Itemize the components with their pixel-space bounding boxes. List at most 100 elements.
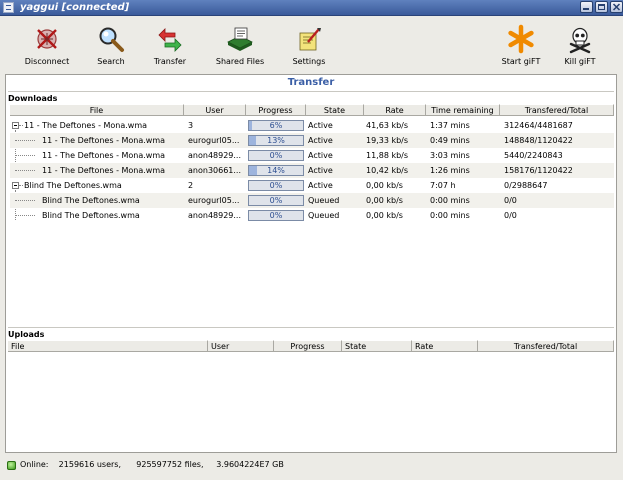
transfered-total-value: 0/2988647	[504, 181, 548, 190]
table-row[interactable]: 11 - The Deftones - Mona.wma eurogurl05..…	[10, 133, 614, 148]
transfered-total-value: 148848/1120422	[504, 136, 573, 145]
tree-connector	[19, 185, 23, 186]
progress-bar: 6%	[248, 120, 304, 131]
col-file[interactable]: File	[10, 104, 184, 116]
toolbar: Disconnect Search Transfer Shared Files	[0, 16, 623, 72]
time-remaining-value: 0:00 mins	[430, 196, 470, 205]
status-text: Online: 2159616 users, 925597752 files, …	[20, 460, 284, 469]
col-user[interactable]: User	[208, 340, 274, 352]
table-row[interactable]: 11 - The Deftones - Mona.wma 3 6% Active 41,…	[10, 118, 614, 133]
table-row[interactable]: 11 - The Deftones - Mona.wma anon48929...…	[10, 148, 614, 163]
time-remaining-value: 1:26 mins	[430, 166, 470, 175]
time-remaining-value: 3:03 mins	[430, 151, 470, 160]
progress-bar: 14%	[248, 165, 304, 176]
col-state[interactable]: State	[306, 104, 364, 116]
table-row[interactable]: 11 - The Deftones - Mona.wma anon30661...…	[10, 163, 614, 178]
title-bar: yaggui [connected]	[0, 0, 623, 16]
settings-icon	[299, 28, 321, 51]
disconnect-label: Disconnect	[24, 57, 70, 66]
state-value: Active	[308, 181, 333, 190]
online-status-icon	[7, 461, 16, 470]
col-rate[interactable]: Rate	[412, 340, 478, 352]
col-file[interactable]: File	[8, 340, 208, 352]
skull-crossbones-icon	[569, 27, 591, 54]
search-button[interactable]: Search	[90, 24, 132, 70]
progress-value: 0%	[269, 151, 283, 160]
minimize-icon	[583, 8, 589, 10]
kill-gift-label: Kill giFT	[564, 57, 596, 66]
rate-value: 11,88 kb/s	[366, 151, 409, 160]
state-value: Active	[308, 166, 333, 175]
minimize-button[interactable]	[580, 1, 593, 13]
col-time-remaining[interactable]: Time remaining	[426, 104, 500, 116]
start-gift-button[interactable]: Start giFT	[497, 24, 545, 70]
time-remaining-value: 7:07 h	[430, 181, 456, 190]
progress-fill	[249, 166, 257, 175]
rate-value: 0,00 kb/s	[366, 181, 403, 190]
col-rate[interactable]: Rate	[364, 104, 426, 116]
progress-bar: 13%	[248, 135, 304, 146]
status-bar: Online: 2159616 users, 925597752 files, …	[5, 458, 617, 474]
progress-value: 0%	[269, 181, 283, 190]
settings-label: Settings	[292, 57, 326, 66]
transfered-total-value: 0/0	[504, 211, 517, 220]
transfered-total-value: 5440/2240843	[504, 151, 563, 160]
col-progress[interactable]: Progress	[246, 104, 306, 116]
user-name: 2	[188, 181, 194, 190]
rate-value: 10,42 kb/s	[366, 166, 409, 175]
file-name: 11 - The Deftones - Mona.wma	[24, 121, 148, 130]
user-name: eurogurl05...	[188, 136, 240, 145]
col-transfered-total[interactable]: Transfered/Total	[478, 340, 614, 352]
user-name: anon48929...	[188, 211, 242, 220]
collapse-toggle-icon[interactable]	[12, 182, 19, 189]
progress-fill	[249, 136, 257, 145]
table-row[interactable]: Blind The Deftones.wma eurogurl05... 0% Que…	[10, 193, 614, 208]
table-row[interactable]: Blind The Deftones.wma 2 0% Active 0,00 kb/s…	[10, 178, 614, 193]
tree-connector	[19, 125, 23, 126]
disconnect-button[interactable]: Disconnect	[20, 24, 74, 70]
maximize-icon	[598, 4, 605, 10]
downloads-label: Downloads	[8, 94, 58, 103]
progress-value: 0%	[269, 196, 283, 205]
transfer-heading: Transfer	[287, 77, 335, 88]
progress-value: 6%	[269, 121, 283, 130]
shared-files-icon	[227, 27, 253, 51]
uploads-label: Uploads	[8, 330, 45, 339]
progress-value: 13%	[267, 136, 285, 145]
asterisk-icon	[508, 24, 534, 54]
heading-divider	[8, 91, 614, 92]
rate-value: 0,00 kb/s	[366, 196, 403, 205]
tree-connector	[15, 155, 35, 156]
tree-connector	[15, 140, 35, 141]
time-remaining-value: 0:49 mins	[430, 136, 470, 145]
close-button[interactable]	[610, 1, 623, 13]
transfer-button[interactable]: Transfer	[148, 24, 192, 70]
tree-connector	[15, 215, 35, 216]
col-user[interactable]: User	[184, 104, 246, 116]
uploads-list[interactable]	[8, 353, 614, 450]
settings-button[interactable]: Settings	[288, 24, 330, 70]
tree-connector	[15, 170, 35, 171]
transfer-icon	[158, 28, 182, 52]
user-name: 3	[188, 121, 194, 130]
collapse-toggle-icon[interactable]	[12, 122, 19, 129]
table-row[interactable]: Blind The Deftones.wma anon48929... 0% Queu…	[10, 208, 614, 223]
maximize-button[interactable]	[595, 1, 608, 13]
shared-files-button[interactable]: Shared Files	[212, 24, 268, 70]
col-state[interactable]: State	[342, 340, 412, 352]
file-name: Blind The Deftones.wma	[24, 181, 122, 190]
state-value: Active	[308, 121, 333, 130]
col-transfered-total[interactable]: Transfered/Total	[500, 104, 614, 116]
transfered-total-value: 0/0	[504, 196, 517, 205]
progress-fill	[249, 121, 253, 130]
shared-files-label: Shared Files	[215, 57, 265, 66]
app-icon[interactable]	[3, 2, 14, 13]
kill-gift-button[interactable]: Kill giFT	[558, 24, 602, 70]
progress-bar: 0%	[248, 180, 304, 191]
transfer-label: Transfer	[153, 57, 187, 66]
col-progress[interactable]: Progress	[274, 340, 342, 352]
rate-value: 19,33 kb/s	[366, 136, 409, 145]
progress-value: 14%	[267, 166, 285, 175]
file-name: 11 - The Deftones - Mona.wma	[42, 151, 166, 160]
state-value: Active	[308, 136, 333, 145]
